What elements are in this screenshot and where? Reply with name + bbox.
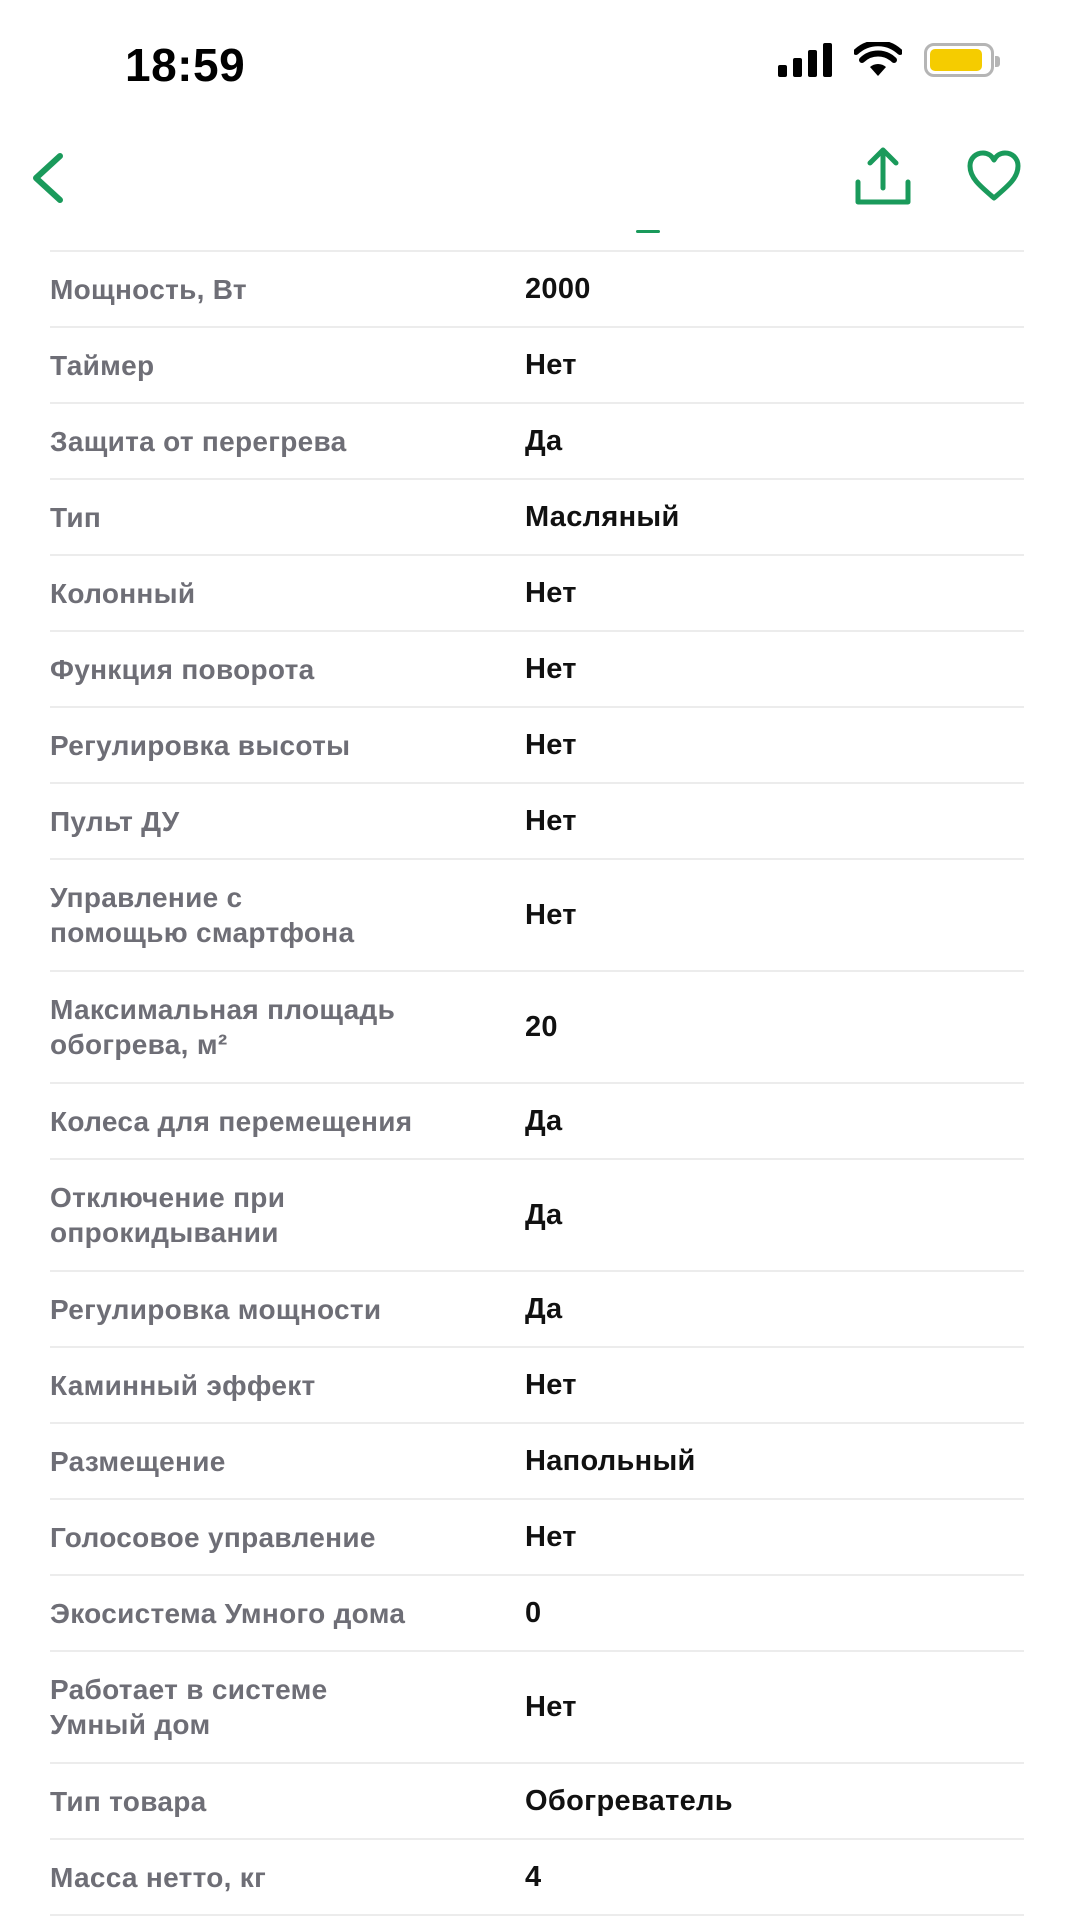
spec-row: Таймер Нет [50,328,1024,404]
battery-icon [924,43,1000,77]
spec-value: Напольный [525,1444,696,1477]
spec-row: Размещение Напольный [50,1424,1024,1500]
spec-value: 0 [525,1596,542,1629]
spec-row: Регулировка высоты Нет [50,708,1024,784]
spec-label: Колонный [50,577,196,609]
share-icon[interactable] [852,146,914,208]
spec-label: Функция поворота [50,653,315,685]
spec-value: Нет [525,1368,577,1401]
spec-value: 4 [525,1860,542,1893]
spec-row: Работает в системе Умный дом Нет [50,1652,1024,1764]
spec-value: Нет [525,1520,577,1553]
cellular-signal-icon [778,43,832,77]
spec-label: Работает в системе Умный дом [50,1674,328,1740]
spec-value: Да [525,1198,563,1231]
spec-value: Нет [525,348,577,381]
spec-value: Нет [525,898,577,931]
spec-value: Нет [525,576,577,609]
wifi-icon [854,42,902,76]
spec-row: Защита от перегрева Да [50,404,1024,480]
spec-row: Колонный Нет [50,556,1024,632]
spec-label: Каминный эффект [50,1369,316,1401]
spec-row: Функция поворота Нет [50,632,1024,708]
spec-row: Управление с помощью смартфона Нет [50,860,1024,972]
spec-label: Пульт ДУ [50,805,180,837]
specs-list: Мощность, Вт 2000 Таймер Нет Защита от перег… [50,228,1024,1918]
spec-label: Масса нетто, кг [50,1861,267,1893]
spec-row: Тип товара Обогреватель [50,1764,1024,1840]
spec-row: Тип Масляный [50,480,1024,556]
specs-rows: Мощность, Вт 2000 Таймер Нет Защита от перег… [50,252,1024,1916]
status-time: 18:59 [125,39,246,91]
spec-label: Колеса для перемещения [50,1105,413,1137]
spec-row: Голосовое управление Нет [50,1500,1024,1576]
spec-label: Мощность, Вт [50,273,247,305]
spec-row: Мощность, Вт 2000 [50,252,1024,328]
spec-label: Регулировка высоты [50,729,351,761]
spec-value: Да [525,424,563,457]
spec-row: Колеса для перемещения Да [50,1084,1024,1160]
spec-row: Регулировка мощности Да [50,1272,1024,1348]
spec-value: Да [525,1292,563,1325]
chevron-left-icon[interactable] [26,150,76,206]
spec-value: 2000 [525,272,591,305]
spec-value: Нет [525,1690,577,1723]
spec-value: Масляный [525,500,680,533]
spec-row-cut-off [50,228,1024,252]
spec-label: Тип товара [50,1785,207,1817]
status-icons [778,42,1000,78]
spec-row: Масса нетто, кг 4 [50,1840,1024,1916]
spec-label: Размещение [50,1445,226,1477]
spec-value: Нет [525,804,577,837]
spec-row: Каминный эффект Нет [50,1348,1024,1424]
spec-label: Максимальная площадь обогрева, м² [50,994,396,1060]
battery-level [930,49,982,71]
spec-label: Таймер [50,349,155,381]
heart-icon[interactable] [966,148,1022,204]
nav-bar [0,128,1074,228]
spec-row: Максимальная площадь обогрева, м² 20 [50,972,1024,1084]
spec-label: Тип [50,501,102,533]
spec-label: Защита от перегрева [50,425,347,457]
spec-label: Регулировка мощности [50,1293,382,1325]
spec-row: Отключение при опрокидывании Да [50,1160,1024,1272]
spec-row: Экосистема Умного дома 0 [50,1576,1024,1652]
spec-value: 20 [525,1010,558,1043]
spec-value: Нет [525,728,577,761]
spec-value: Обогреватель [525,1784,733,1817]
spec-label: Экосистема Умного дома [50,1597,406,1629]
spec-label: Управление с помощью смартфона [50,882,355,948]
status-bar: 18:59 [0,0,1074,128]
spec-label: Отключение при опрокидывании [50,1182,286,1248]
spec-value: Нет [525,652,577,685]
spec-value: Да [525,1104,563,1137]
spec-label: Голосовое управление [50,1521,376,1553]
spec-row: Пульт ДУ Нет [50,784,1024,860]
